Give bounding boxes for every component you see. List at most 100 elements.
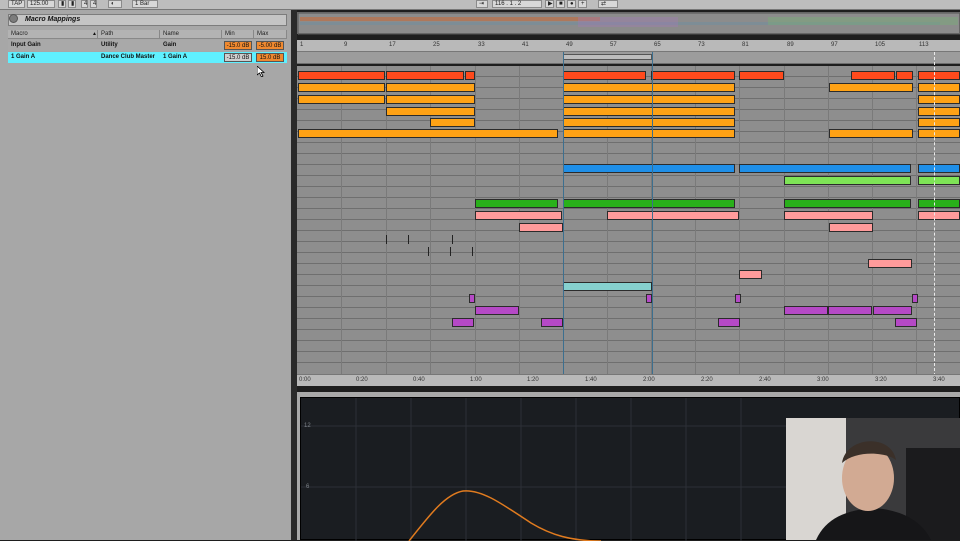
track-lane[interactable]: [297, 264, 960, 275]
clip[interactable]: [475, 211, 562, 220]
clip[interactable]: [386, 83, 475, 92]
stop-icon[interactable]: ■: [556, 0, 565, 8]
column-macro[interactable]: Macro: [8, 30, 98, 39]
clip[interactable]: [298, 129, 558, 138]
play-icon[interactable]: ▶: [545, 0, 554, 8]
record-icon[interactable]: ●: [567, 0, 576, 8]
track-lane[interactable]: [297, 352, 960, 363]
clip[interactable]: [563, 164, 735, 173]
add-icon[interactable]: +: [578, 0, 587, 8]
clip[interactable]: [563, 71, 646, 80]
clip[interactable]: [519, 223, 563, 232]
clip[interactable]: [873, 306, 912, 315]
max-value-field[interactable]: 15.0 dB: [256, 53, 284, 62]
loop-switch-icon[interactable]: ⇄: [598, 0, 618, 8]
track-lane[interactable]: [297, 330, 960, 341]
clip[interactable]: [895, 318, 917, 327]
clip[interactable]: [739, 164, 911, 173]
tempo-field[interactable]: 125.00: [27, 0, 55, 8]
min-value-field[interactable]: -15.0 dB: [224, 53, 252, 62]
clip[interactable]: [828, 306, 872, 315]
arrangement-tracks[interactable]: [297, 66, 960, 376]
column-name[interactable]: Name: [160, 30, 222, 39]
clip[interactable]: [918, 71, 960, 80]
track-lane[interactable]: [297, 341, 960, 352]
nudge-icon[interactable]: ▮: [68, 0, 76, 8]
clip[interactable]: [829, 83, 913, 92]
clip[interactable]: [563, 95, 735, 104]
clip[interactable]: [563, 282, 652, 291]
loop-brace[interactable]: [563, 54, 652, 60]
clip[interactable]: [651, 71, 735, 80]
clip[interactable]: [868, 259, 912, 268]
clip[interactable]: [739, 71, 784, 80]
clip[interactable]: [896, 71, 913, 80]
clip[interactable]: [829, 223, 873, 232]
clip[interactable]: [912, 294, 918, 303]
song-position-field[interactable]: 116 . 1 . 2: [492, 0, 542, 8]
time-ruler[interactable]: 0:00 0:20 0:40 1:00 1:20 1:40 2:00 2:20 …: [297, 374, 960, 386]
quantize-select[interactable]: 1 Bar: [132, 0, 158, 8]
clip[interactable]: [918, 199, 960, 208]
clip[interactable]: [851, 71, 895, 80]
clip[interactable]: [541, 318, 563, 327]
clip[interactable]: [735, 294, 741, 303]
signature-denominator[interactable]: 4: [90, 0, 97, 8]
hot-swap-icon[interactable]: [9, 14, 18, 23]
clip[interactable]: [452, 318, 474, 327]
track-lane[interactable]: [297, 187, 960, 198]
table-row[interactable]: Input Gain Utility Gain -15.0 dB -5.00 d…: [8, 40, 287, 51]
clip[interactable]: [386, 107, 475, 116]
clip[interactable]: [298, 95, 385, 104]
min-value-field[interactable]: -15.0 dB: [224, 41, 252, 50]
track-lane[interactable]: [297, 319, 960, 330]
metronome-toggle-icon[interactable]: ◐: [108, 0, 122, 8]
column-min[interactable]: Min: [222, 30, 254, 39]
bar-ruler[interactable]: 1 9 17 25 33 41 49 57 65 73 81 89 97 105…: [297, 40, 960, 52]
column-max[interactable]: Max: [254, 30, 287, 39]
track-lane[interactable]: [297, 231, 960, 242]
clip[interactable]: [475, 199, 558, 208]
clip[interactable]: [784, 211, 873, 220]
clip[interactable]: [784, 199, 911, 208]
clip[interactable]: [739, 270, 762, 279]
loop-brace-bar[interactable]: [297, 52, 960, 64]
clip[interactable]: [718, 318, 740, 327]
clip[interactable]: [563, 129, 735, 138]
loop-end-marker[interactable]: [652, 52, 653, 376]
follow-icon[interactable]: ⇥: [476, 0, 488, 8]
clip[interactable]: [563, 83, 735, 92]
clip[interactable]: [918, 107, 960, 116]
clip[interactable]: [465, 71, 475, 80]
clip[interactable]: [563, 199, 735, 208]
metronome-icon[interactable]: ▮: [58, 0, 66, 8]
clip[interactable]: [298, 71, 385, 80]
clip[interactable]: [918, 95, 960, 104]
clip[interactable]: [918, 164, 960, 173]
table-row-selected[interactable]: 1 Gain A Dance Club Master 1 Gain A -15.…: [8, 52, 287, 63]
clip[interactable]: [918, 83, 960, 92]
track-lane[interactable]: [297, 253, 960, 264]
max-value-field[interactable]: -5.00 dB: [256, 41, 284, 50]
track-lane[interactable]: [297, 242, 960, 253]
clip[interactable]: [386, 71, 464, 80]
clip[interactable]: [918, 211, 960, 220]
clip[interactable]: [563, 107, 735, 116]
column-path[interactable]: Path: [98, 30, 160, 39]
clip[interactable]: [829, 129, 913, 138]
clip[interactable]: [918, 129, 960, 138]
track-lane[interactable]: [297, 143, 960, 154]
loop-start-marker[interactable]: [563, 52, 564, 376]
clip[interactable]: [386, 95, 475, 104]
clip[interactable]: [918, 118, 960, 127]
signature-numerator[interactable]: 4: [81, 0, 88, 8]
clip[interactable]: [298, 83, 385, 92]
clip[interactable]: [607, 211, 739, 220]
clip[interactable]: [784, 176, 911, 185]
clip[interactable]: [475, 306, 519, 315]
clip[interactable]: [918, 176, 960, 185]
clip[interactable]: [563, 118, 735, 127]
clip[interactable]: [430, 118, 475, 127]
tap-tempo-button[interactable]: TAP: [8, 0, 26, 8]
clip[interactable]: [784, 306, 828, 315]
